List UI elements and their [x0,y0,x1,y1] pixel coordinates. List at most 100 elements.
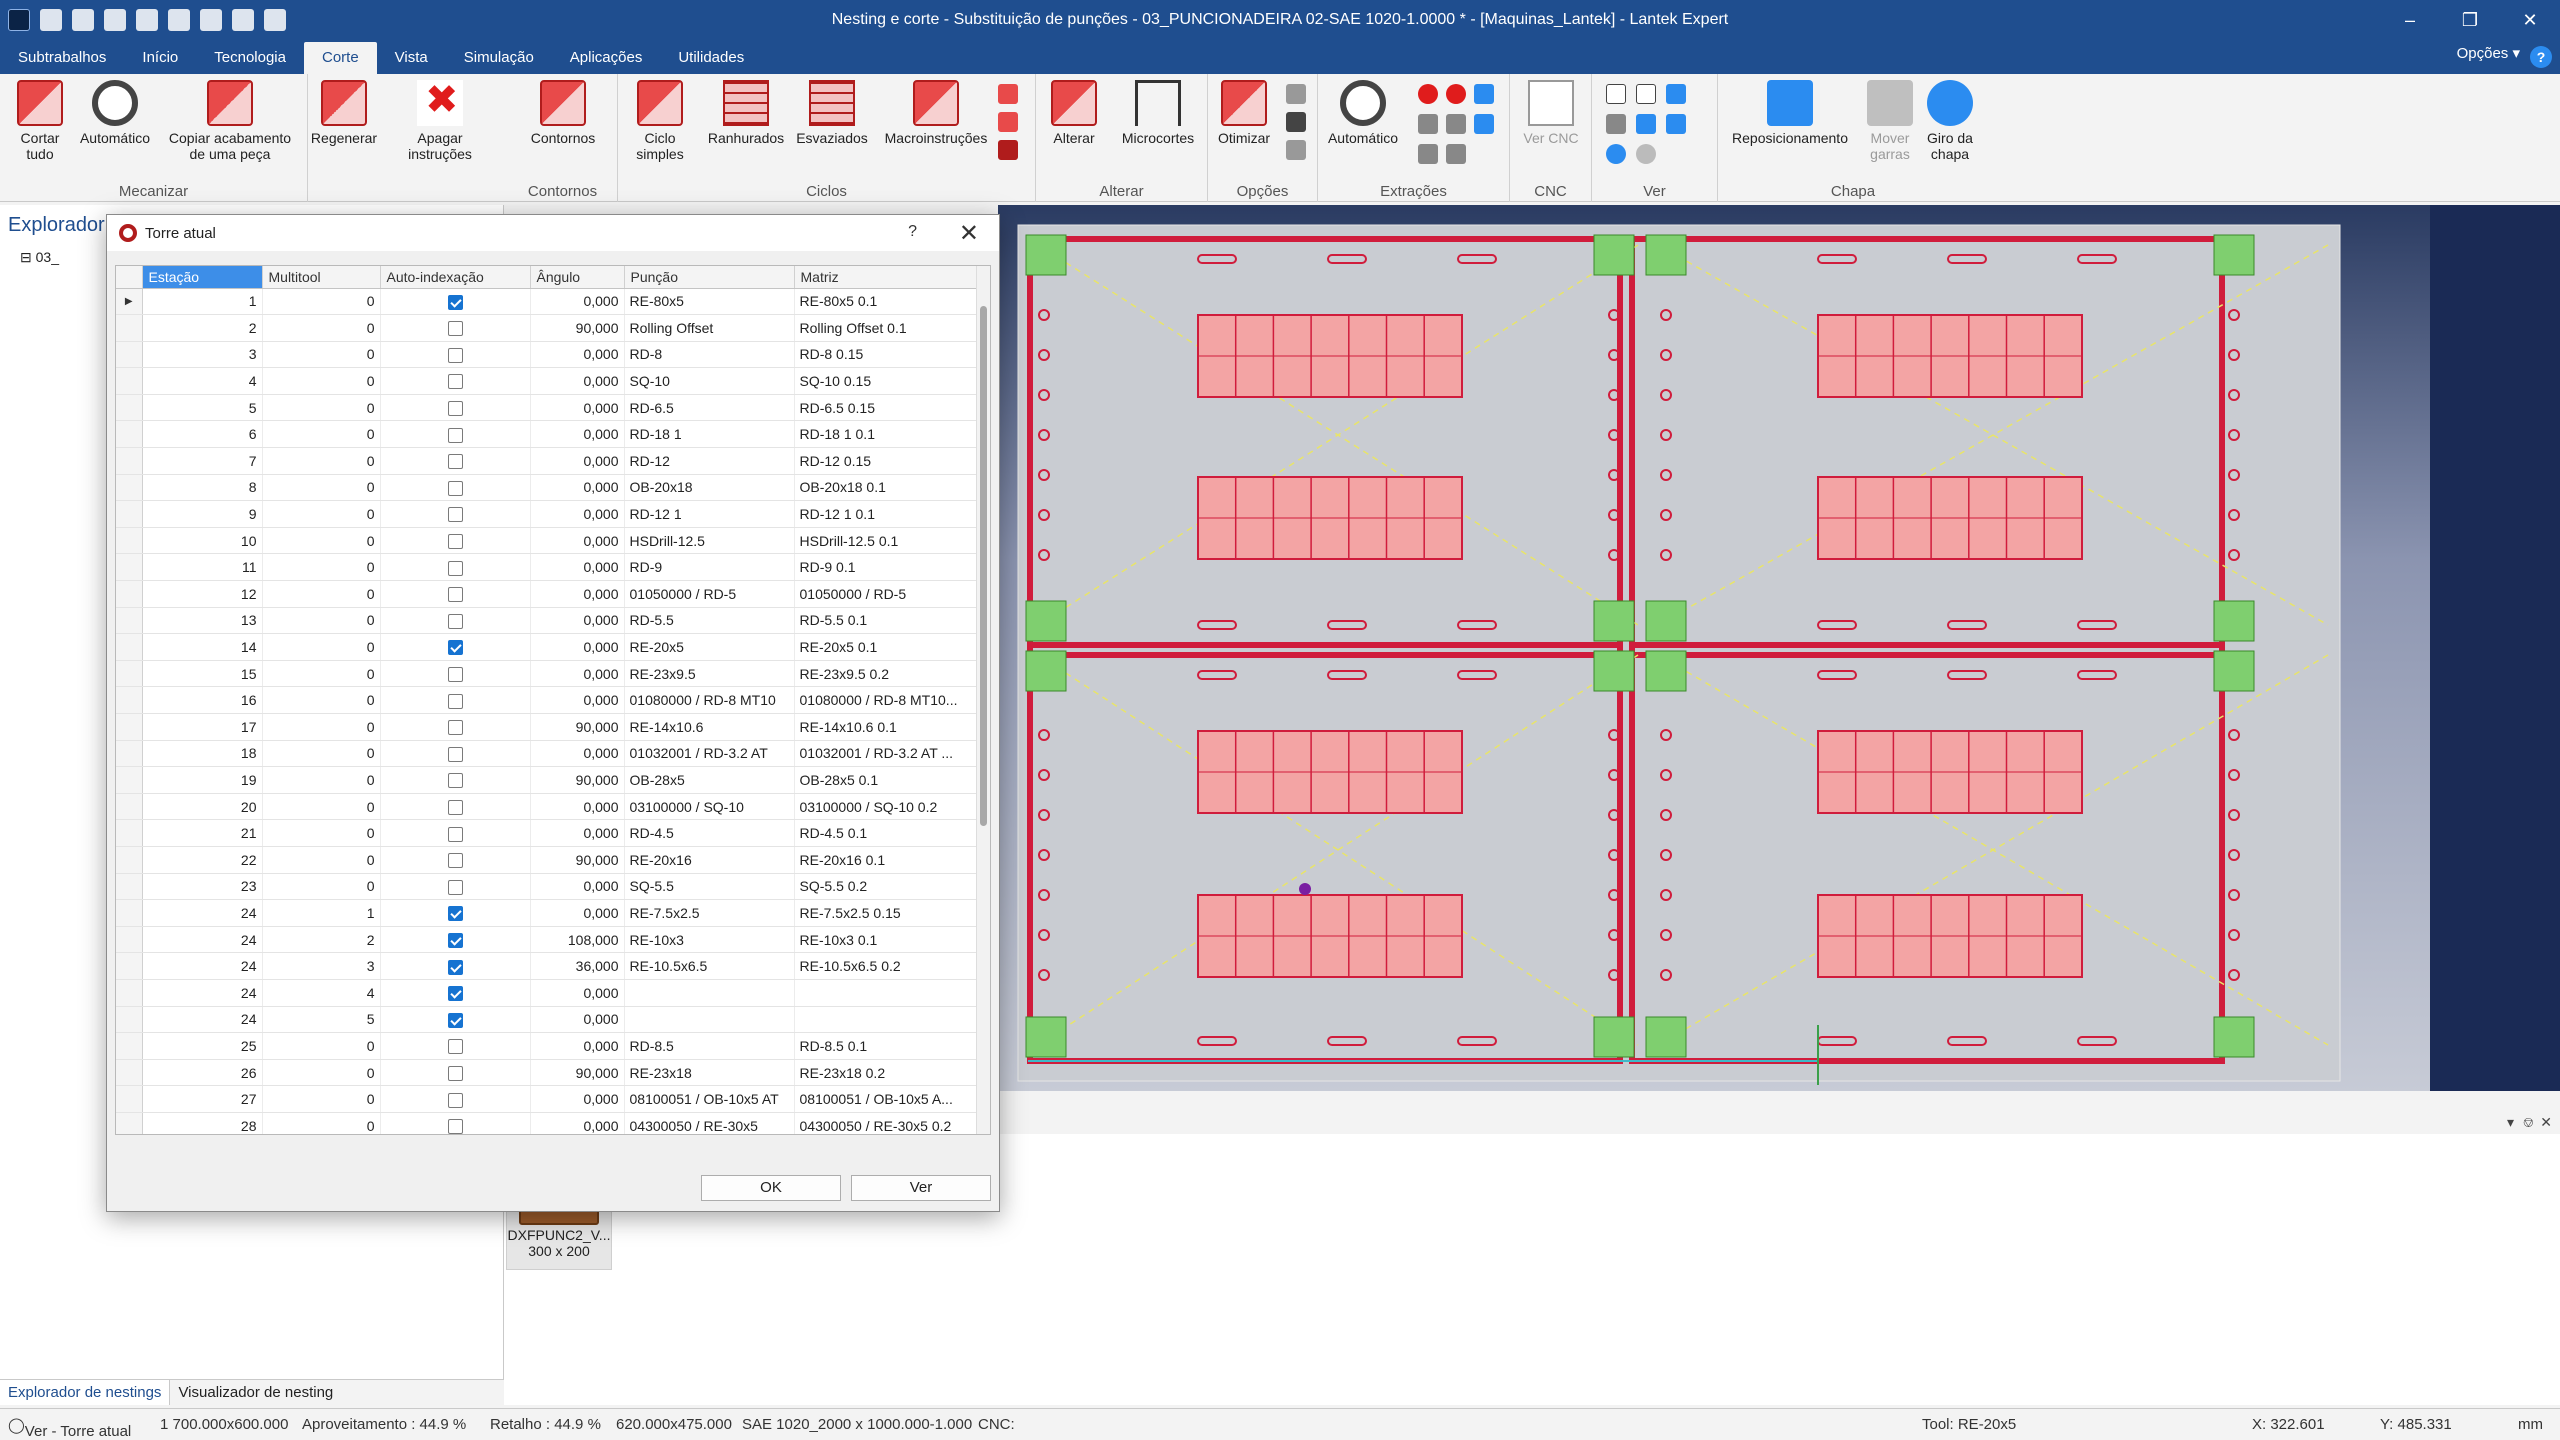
cut-all-button[interactable]: Cortar tudo [8,80,72,162]
multitool-cell[interactable]: 0 [262,846,381,874]
die-cell[interactable]: 04300050 / RE-30x5 0.2 [794,1112,979,1134]
auto-index-checkbox[interactable] [447,321,463,337]
angle-cell[interactable]: 0,000 [530,873,625,901]
multitool-cell[interactable]: 0 [262,527,381,555]
punch-cell[interactable]: RD-4.5 [624,819,795,847]
multitool-cell[interactable]: 0 [262,873,381,901]
auto-index-cell[interactable] [380,952,531,980]
auto-index-checkbox[interactable] [447,746,463,762]
auto-index-cell[interactable] [380,314,531,342]
column-header-die[interactable]: Matriz [794,266,979,289]
station-cell[interactable]: 26 [142,1059,263,1087]
die-cell[interactable]: 01032001 / RD-3.2 AT ... [794,740,979,768]
die-cell[interactable]: RE-80x5 0.1 [794,288,979,316]
die-cell[interactable]: 03100000 / SQ-10 0.2 [794,793,979,821]
column-header-auto-index[interactable]: Auto-indexação [380,266,531,289]
row-header[interactable] [116,607,143,635]
angle-cell[interactable]: 0,000 [530,979,625,1007]
ok-button[interactable]: OK [701,1175,841,1201]
station-cell[interactable]: 27 [142,1085,263,1113]
auto-index-cell[interactable] [380,500,531,528]
punch-cell[interactable]: RD-5.5 [624,607,795,635]
station-cell[interactable]: 14 [142,633,263,661]
auto-index-checkbox[interactable] [447,826,463,842]
angle-cell[interactable]: 0,000 [530,288,625,316]
row-header[interactable] [116,979,143,1007]
angle-cell[interactable]: 0,000 [530,819,625,847]
percent-icon[interactable] [1636,84,1656,104]
auto-index-cell[interactable] [380,607,531,635]
punch-cell[interactable]: RE-10.5x6.5 [624,952,795,980]
station-cell[interactable]: 23 [142,873,263,901]
multitool-cell[interactable]: 3 [262,952,381,980]
punch-cell[interactable]: RE-23x18 [624,1059,795,1087]
slotted-button[interactable]: Ranhurados [700,80,792,146]
multitool-cell[interactable]: 0 [262,607,381,635]
view-e-icon[interactable] [1636,144,1656,164]
angle-cell[interactable]: 0,000 [530,633,625,661]
help-view-icon[interactable] [1606,84,1626,104]
cycle-option-2-icon[interactable] [998,112,1018,132]
auto-index-cell[interactable] [380,926,531,954]
copy-finish-button[interactable]: Copiar acabamento de uma peça [160,80,300,162]
punch-cell[interactable] [624,1006,795,1034]
die-cell[interactable] [794,979,979,1007]
die-cell[interactable]: RD-12 0.15 [794,447,979,475]
table-row[interactable]: 28 0 0,000 04300050 / RE-30x5 04300050 / RE-… [116,1112,979,1134]
tab-utilidades[interactable]: Utilidades [660,42,762,74]
tab-simulacao[interactable]: Simulação [446,42,552,74]
table-scrollbar[interactable] [976,266,990,1134]
auto-index-cell[interactable] [380,793,531,821]
table-row[interactable]: 9 0 0,000 RD-12 1 RD-12 1 0.1 [116,500,979,528]
tab-inicio[interactable]: Início [124,42,196,74]
auto-index-cell[interactable] [380,394,531,422]
punch-cell[interactable]: RE-7.5x2.5 [624,899,795,927]
punch-cell[interactable]: 01080000 / RD-8 MT10 [624,686,795,714]
table-row[interactable]: 27 0 0,000 08100051 / OB-10x5 AT 08100051 / … [116,1085,979,1113]
row-header[interactable] [116,1006,143,1034]
die-cell[interactable]: RE-23x18 0.2 [794,1059,979,1087]
auto-index-checkbox[interactable] [447,560,463,576]
stop-2-icon[interactable] [1446,84,1466,104]
sheet-drawing[interactable] [998,205,2560,1091]
table-row[interactable]: 15 0 0,000 RE-23x9.5 RE-23x9.5 0.2 [116,660,979,688]
punch-cell[interactable]: RD-12 [624,447,795,475]
punch-cell[interactable]: RE-10x3 [624,926,795,954]
die-cell[interactable]: RD-4.5 0.1 [794,819,979,847]
auto-index-cell[interactable] [380,686,531,714]
help-icon[interactable]: ? [2530,46,2552,68]
auto-index-cell[interactable] [380,740,531,768]
nesting-canvas[interactable] [998,205,2560,1091]
delete-instructions-button[interactable]: ✖ Apagar instruções [388,80,492,162]
table-row[interactable]: 4 0 0,000 SQ-10 SQ-10 0.15 [116,367,979,395]
auto-index-checkbox[interactable] [447,401,463,417]
multitool-cell[interactable]: 4 [262,979,381,1007]
angle-cell[interactable]: 0,000 [530,447,625,475]
punch-cell[interactable]: RE-20x16 [624,846,795,874]
row-header[interactable] [116,1085,143,1113]
auto-index-checkbox[interactable] [447,347,463,363]
table-row[interactable]: 23 0 0,000 SQ-5.5 SQ-5.5 0.2 [116,873,979,901]
angle-cell[interactable]: 0,000 [530,686,625,714]
angle-cell[interactable]: 0,000 [530,500,625,528]
angle-cell[interactable]: 0,000 [530,793,625,821]
macroinstructions-button[interactable]: Macroinstruções [874,80,998,146]
row-header[interactable] [116,394,143,422]
station-cell[interactable]: 24 [142,899,263,927]
multitool-cell[interactable]: 0 [262,740,381,768]
auto-index-cell[interactable] [380,766,531,794]
auto-index-checkbox[interactable] [447,1092,463,1108]
die-cell[interactable]: Rolling Offset 0.1 [794,314,979,342]
station-cell[interactable]: 7 [142,447,263,475]
angle-cell[interactable]: 0,000 [530,1032,625,1060]
row-header[interactable] [116,740,143,768]
table-row[interactable]: 24 3 36,000 RE-10.5x6.5 RE-10.5x6.5 0.2 [116,952,979,980]
punch-cell[interactable]: HSDrill-12.5 [624,527,795,555]
die-cell[interactable]: 01050000 / RD-5 [794,580,979,608]
auto-index-cell[interactable] [380,527,531,555]
angle-cell[interactable]: 108,000 [530,926,625,954]
tab-vista[interactable]: Vista [377,42,446,74]
row-header[interactable] [116,420,143,449]
print-preview-icon[interactable] [136,9,158,31]
auto-index-cell[interactable] [380,1112,531,1134]
